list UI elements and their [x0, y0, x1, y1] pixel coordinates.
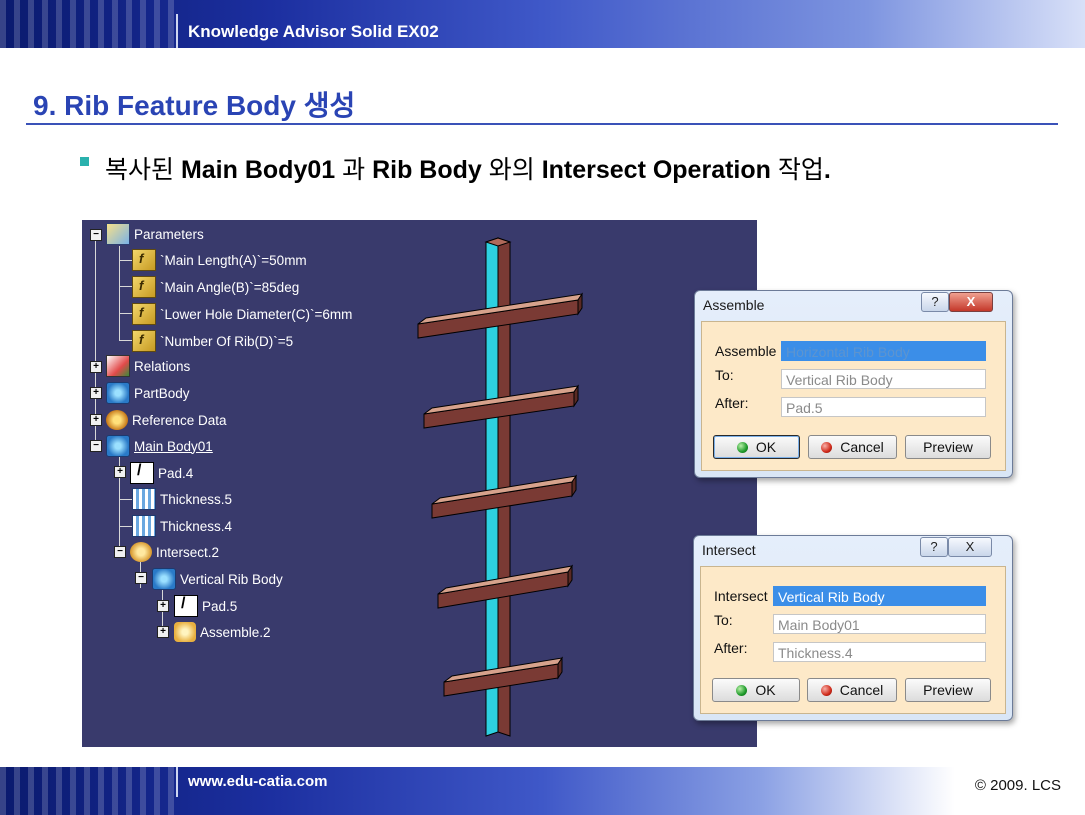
dialog-body: Assemble Horizontal Rib Body To: Vertica… [701, 321, 1006, 471]
ok-label: OK [755, 682, 776, 698]
after-field[interactable]: Pad.5 [781, 397, 986, 417]
assemble-field[interactable]: Horizontal Rib Body [781, 341, 986, 361]
to-label: To: [715, 367, 734, 383]
bullet-part: 복사된 [105, 156, 181, 184]
bullet-bold: Main Body01 [180, 156, 336, 184]
bullet-text: 복사된 Main Body01 과 Rib Body 와의 Intersect … [105, 150, 831, 186]
cancel-button[interactable]: Cancel [807, 678, 897, 702]
after-field[interactable]: Thickness.4 [773, 642, 986, 662]
footer-pattern [0, 767, 180, 815]
after-label: After: [715, 395, 749, 411]
ok-label: OK [755, 439, 777, 455]
assemble-dialog[interactable]: Assemble ? X Assemble Horizontal Rib Bod… [694, 290, 1013, 478]
preview-button[interactable]: Preview [905, 678, 991, 702]
bullet-part: 과 [335, 156, 373, 184]
to-field[interactable]: Main Body01 [773, 614, 986, 634]
ok-icon [736, 684, 748, 696]
cancel-icon [820, 684, 832, 696]
catia-viewport[interactable]: − + + + − + − − + + Parameters `Main Len… [82, 220, 757, 747]
dialog-body: Intersect Vertical Rib Body To: Main Bod… [700, 566, 1006, 714]
dialog-title: Intersect [702, 542, 756, 558]
close-button[interactable]: X [948, 537, 992, 557]
close-button[interactable]: X [949, 292, 993, 312]
bullet-bold: . [823, 156, 831, 184]
cancel-button[interactable]: Cancel [808, 435, 897, 459]
assemble-label: Assemble [715, 343, 777, 359]
footer-banner: www.edu-catia.com © 2009. LCS [0, 767, 1085, 815]
preview-button[interactable]: Preview [905, 435, 991, 459]
ok-button[interactable]: OK [713, 435, 800, 459]
intersect-label: Intersect [714, 588, 768, 604]
header-pattern [0, 0, 180, 48]
bullet-bold: Intersect Operation [541, 156, 771, 184]
ok-button[interactable]: OK [712, 678, 800, 702]
rib-model-3d[interactable] [82, 220, 757, 747]
dialog-title: Assemble [703, 297, 765, 313]
help-button[interactable]: ? [920, 537, 948, 557]
header-separator [176, 14, 178, 48]
after-label: After: [714, 640, 748, 656]
cancel-label: Cancel [839, 682, 884, 698]
help-button[interactable]: ? [921, 292, 949, 312]
bullet-part: 와의 [481, 156, 542, 184]
bullet-part: 작업 [770, 156, 824, 184]
to-field[interactable]: Vertical Rib Body [781, 369, 986, 389]
bullet-bold: Rib Body [372, 156, 482, 184]
footer-url: www.edu-catia.com [188, 773, 328, 790]
footer-copyright: © 2009. LCS [974, 777, 1061, 794]
bullet-square-icon [80, 157, 89, 166]
cancel-label: Cancel [840, 439, 884, 455]
intersect-field[interactable]: Vertical Rib Body [773, 586, 986, 606]
slide-title: 9. Rib Feature Body 생성 [33, 90, 356, 121]
intersect-dialog[interactable]: Intersect ? X Intersect Vertical Rib Bod… [693, 535, 1013, 721]
to-label: To: [714, 612, 733, 628]
footer-separator [176, 767, 178, 797]
header-title: Knowledge Advisor Solid EX02 [188, 22, 439, 41]
title-underline [26, 123, 1058, 125]
cancel-icon [821, 441, 833, 453]
header-banner: Knowledge Advisor Solid EX02 [0, 0, 1085, 48]
ok-icon [736, 441, 748, 453]
